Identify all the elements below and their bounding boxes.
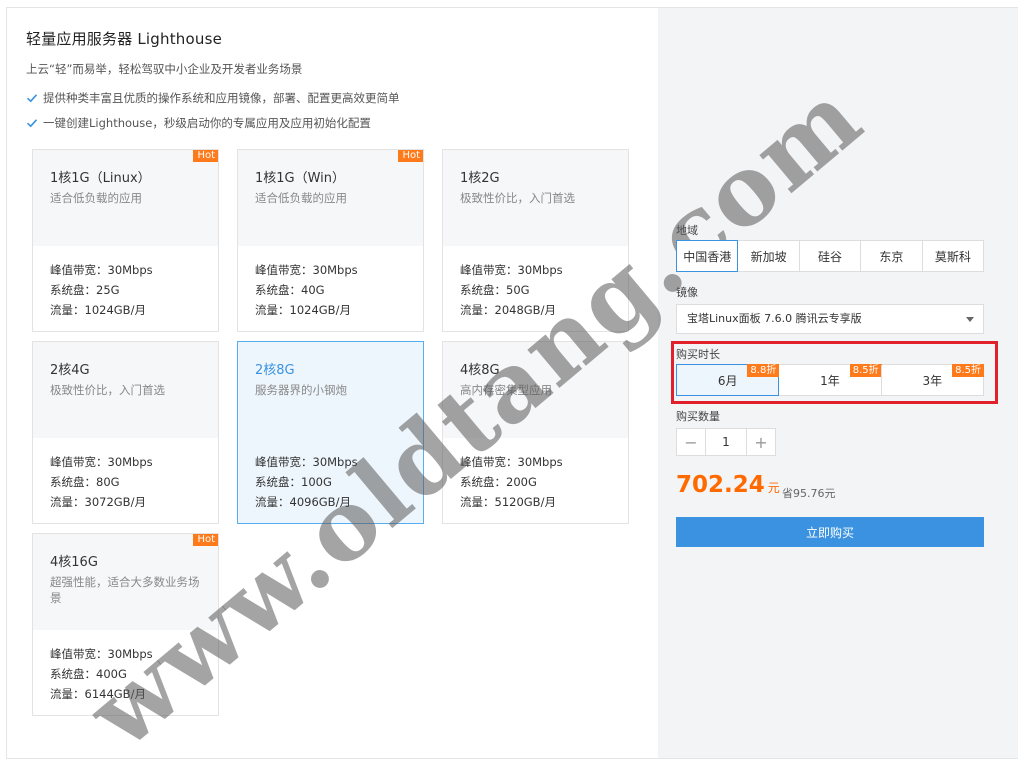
- buy-now-button[interactable]: 立即购买: [676, 517, 984, 547]
- plan-bandwidth: 峰值带宽：30Mbps: [255, 455, 358, 469]
- feature-text: 提供种类丰富且优质的操作系统和应用镜像，部署、配置更高效更简单: [43, 91, 400, 105]
- duration-option-6m[interactable]: 6月 8.8折: [676, 364, 780, 396]
- plan-bandwidth: 峰值带宽：30Mbps: [50, 455, 153, 469]
- plan-bandwidth: 峰值带宽：30Mbps: [50, 647, 153, 661]
- price-display: 702.24 元: [676, 472, 780, 498]
- duration-option-1y[interactable]: 1年 8.5折: [778, 364, 882, 395]
- saving-text: 省95.76元: [782, 487, 836, 500]
- plan-bandwidth: 峰值带宽：30Mbps: [460, 263, 563, 277]
- discount-badge: 8.8折: [747, 364, 780, 377]
- plan-card-4c8g[interactable]: 4核8G 高内存密集型应用 峰值带宽：30Mbps 系统盘：200G 流量：51…: [442, 341, 629, 524]
- plan-card-1c1g-linux[interactable]: Hot 1核1G（Linux） 适合低负载的应用 峰值带宽：30Mbps 系统盘…: [32, 149, 219, 332]
- increment-button[interactable]: +: [747, 429, 775, 455]
- feature-item: 一键创建Lighthouse，秒级启动你的专属应用及应用初始化配置: [26, 115, 371, 131]
- plan-name: 1核2G: [460, 171, 500, 186]
- check-icon: [26, 94, 38, 103]
- hot-badge: Hot: [193, 150, 218, 162]
- plan-desc: 极致性价比，入门首选: [50, 383, 165, 397]
- decrement-button[interactable]: −: [677, 429, 705, 455]
- plan-specs: 峰值带宽：30Mbps 系统盘：40G 流量：1024GB/月: [255, 260, 358, 320]
- feature-item: 提供种类丰富且优质的操作系统和应用镜像，部署、配置更高效更简单: [26, 90, 400, 106]
- region-option-moscow[interactable]: 莫斯科: [921, 241, 983, 271]
- plan-name: 4核8G: [460, 363, 500, 378]
- feature-text: 一键创建Lighthouse，秒级启动你的专属应用及应用初始化配置: [43, 116, 371, 130]
- plan-card-1c1g-win[interactable]: Hot 1核1G（Win） 适合低负载的应用 峰值带宽：30Mbps 系统盘：4…: [237, 149, 424, 332]
- check-icon: [26, 119, 38, 128]
- plan-desc: 适合低负载的应用: [50, 191, 142, 205]
- plan-disk: 系统盘：25G: [50, 283, 120, 297]
- discount-badge: 8.5折: [952, 364, 984, 377]
- plan-desc: 极致性价比，入门首选: [460, 191, 575, 205]
- plan-desc: 超强性能，适合大多数业务场景: [50, 575, 200, 605]
- hot-badge: Hot: [193, 534, 218, 546]
- region-option-tokyo[interactable]: 东京: [860, 241, 921, 271]
- plan-specs: 峰值带宽：30Mbps 系统盘：80G 流量：3072GB/月: [50, 452, 153, 512]
- plan-card-2c4g[interactable]: 2核4G 极致性价比，入门首选 峰值带宽：30Mbps 系统盘：80G 流量：3…: [32, 341, 219, 524]
- duration-label: 购买时长: [676, 348, 720, 361]
- plan-traffic: 流量：6144GB/月: [50, 687, 146, 701]
- duration-option-label: 6月: [717, 373, 738, 388]
- plan-bandwidth: 峰值带宽：30Mbps: [460, 455, 563, 469]
- plan-specs: 峰值带宽：30Mbps 系统盘：25G 流量：1024GB/月: [50, 260, 153, 320]
- image-label: 镜像: [676, 286, 698, 299]
- plan-name: 1核1G（Linux）: [50, 171, 151, 186]
- plan-traffic: 流量：1024GB/月: [255, 303, 351, 317]
- quantity-stepper: − 1 +: [676, 428, 776, 456]
- plan-card-4c16g[interactable]: Hot 4核16G 超强性能，适合大多数业务场景 峰值带宽：30Mbps 系统盘…: [32, 533, 219, 716]
- plan-traffic: 流量：2048GB/月: [460, 303, 556, 317]
- plan-desc: 服务器界的小钢炮: [255, 383, 347, 397]
- plan-specs: 峰值带宽：30Mbps 系统盘：50G 流量：2048GB/月: [460, 260, 563, 320]
- quantity-label: 购买数量: [676, 410, 720, 423]
- price-amount: 702.24: [676, 472, 765, 498]
- plan-name: 2核8G: [255, 363, 295, 378]
- plan-bandwidth: 峰值带宽：30Mbps: [255, 263, 358, 277]
- plan-traffic: 流量：5120GB/月: [460, 495, 556, 509]
- plan-card-1c2g[interactable]: 1核2G 极致性价比，入门首选 峰值带宽：30Mbps 系统盘：50G 流量：2…: [442, 149, 629, 332]
- quantity-input[interactable]: 1: [705, 429, 747, 455]
- page-title: 轻量应用服务器 Lighthouse: [26, 30, 223, 48]
- plan-specs: 峰值带宽：30Mbps 系统盘：400G 流量：6144GB/月: [50, 644, 153, 704]
- plan-traffic: 流量：1024GB/月: [50, 303, 146, 317]
- hot-badge: Hot: [398, 150, 423, 162]
- region-option-hongkong[interactable]: 中国香港: [676, 240, 739, 272]
- plan-desc: 适合低负载的应用: [255, 191, 347, 205]
- plan-name: 2核4G: [50, 363, 90, 378]
- duration-selector: 6月 8.8折 1年 8.5折 3年 8.5折: [676, 364, 984, 396]
- region-option-siliconvalley[interactable]: 硅谷: [798, 241, 860, 271]
- plan-name: 1核1G（Win）: [255, 171, 346, 186]
- discount-badge: 8.5折: [849, 364, 882, 377]
- plan-card-2c8g[interactable]: 2核8G 服务器界的小钢炮 峰值带宽：30Mbps 系统盘：100G 流量：40…: [237, 341, 424, 524]
- caret-down-icon: [966, 317, 974, 322]
- plan-disk: 系统盘：40G: [255, 283, 325, 297]
- price-unit: 元: [767, 481, 780, 495]
- duration-option-3y[interactable]: 3年 8.5折: [880, 364, 984, 395]
- image-select-value: 宝塔Linux面板 7.6.0 腾讯云专享版: [687, 312, 862, 325]
- image-select[interactable]: 宝塔Linux面板 7.6.0 腾讯云专享版: [676, 304, 984, 334]
- page-subtitle: 上云“轻”而易举，轻松驾驭中小企业及开发者业务场景: [26, 62, 303, 76]
- plan-name: 4核16G: [50, 555, 98, 570]
- duration-option-label: 3年: [922, 373, 943, 388]
- duration-option-label: 1年: [820, 373, 840, 388]
- plan-disk: 系统盘：80G: [50, 475, 120, 489]
- plan-traffic: 流量：4096GB/月: [255, 495, 351, 509]
- plan-traffic: 流量：3072GB/月: [50, 495, 146, 509]
- plan-disk: 系统盘：400G: [50, 667, 127, 681]
- region-option-singapore[interactable]: 新加坡: [737, 241, 798, 271]
- plan-disk: 系统盘：100G: [255, 475, 332, 489]
- plan-disk: 系统盘：200G: [460, 475, 537, 489]
- region-label: 地域: [676, 224, 698, 237]
- plan-specs: 峰值带宽：30Mbps 系统盘：100G 流量：4096GB/月: [255, 452, 358, 512]
- plan-bandwidth: 峰值带宽：30Mbps: [50, 263, 153, 277]
- plan-specs: 峰值带宽：30Mbps 系统盘：200G 流量：5120GB/月: [460, 452, 563, 512]
- plan-desc: 高内存密集型应用: [460, 383, 552, 397]
- plan-disk: 系统盘：50G: [460, 283, 530, 297]
- region-selector: 中国香港 新加坡 硅谷 东京 莫斯科: [676, 240, 984, 272]
